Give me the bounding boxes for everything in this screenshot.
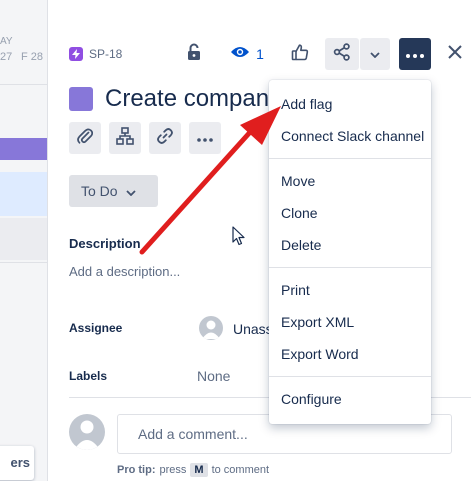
issue-title-row: Create company [69, 85, 281, 113]
background-board-panel: AY 27 F 28 ers [0, 0, 48, 481]
more-icon [406, 45, 424, 63]
labels-label: Labels [69, 369, 108, 383]
calendar-day-label: AY [0, 36, 13, 47]
labels-value[interactable]: None [197, 368, 230, 384]
issue-type-icon[interactable] [69, 87, 93, 111]
avatar[interactable] [199, 316, 223, 340]
watch-button[interactable]: 1 [226, 38, 268, 70]
lightning-icon [69, 47, 83, 61]
issue-key-breadcrumb[interactable]: SP-18 [69, 45, 122, 63]
menu-item-export-word[interactable]: Export Word [269, 339, 431, 369]
more-icon [197, 129, 213, 147]
keyboard-shortcut: M [190, 463, 208, 477]
chevron-down-icon [370, 45, 380, 63]
calendar-date: F 28 [21, 51, 44, 63]
description-heading: Description [69, 236, 141, 251]
issue-view-root: AY 27 F 28 ers SP-18 1 Create company To… [0, 0, 471, 481]
share-icon [333, 42, 351, 66]
calendar-date: 27 [0, 51, 13, 63]
link-icon [156, 127, 174, 150]
menu-divider [269, 158, 431, 159]
chevron-down-icon [125, 183, 136, 199]
divider [0, 84, 47, 85]
more-actions-button[interactable] [399, 38, 431, 70]
hierarchy-icon [116, 126, 134, 150]
board-bar-purple[interactable] [0, 138, 47, 160]
eye-icon [230, 45, 250, 64]
quick-actions [69, 122, 229, 154]
create-child-button[interactable] [109, 122, 141, 154]
menu-divider [269, 267, 431, 268]
menu-item-delete[interactable]: Delete [269, 230, 431, 260]
lock-icon [187, 43, 201, 66]
menu-divider [269, 376, 431, 377]
menu-item-clone[interactable]: Clone [269, 198, 431, 228]
menu-item-export-xml[interactable]: Export XML [269, 307, 431, 337]
status-label: To Do [81, 183, 118, 199]
board-row-selected[interactable] [0, 172, 47, 216]
description-field[interactable]: Add a description... [69, 264, 180, 279]
menu-item-move[interactable]: Move [269, 166, 431, 196]
close-icon [447, 44, 463, 65]
divider [0, 262, 47, 263]
pro-tip: Pro tip: press M to comment [117, 463, 269, 477]
menu-item-print[interactable]: Print [269, 275, 431, 305]
pro-tip-text: to comment [211, 464, 270, 476]
share-dropdown-button[interactable] [360, 38, 390, 70]
board-row[interactable] [0, 218, 47, 260]
more-actions-menu: Add flag Connect Slack channel Move Clon… [269, 80, 431, 424]
menu-item-configure[interactable]: Configure [269, 384, 431, 414]
pro-tip-text: press [159, 464, 187, 476]
restrictions-button[interactable] [180, 38, 208, 70]
paperclip-icon [77, 127, 94, 150]
attach-button[interactable] [69, 122, 101, 154]
filters-button[interactable]: ers [0, 446, 34, 480]
avatar [69, 414, 105, 450]
link-issue-button[interactable] [149, 122, 181, 154]
pro-tip-label: Pro tip: [117, 464, 156, 476]
assignee-value[interactable]: Unass [233, 321, 273, 337]
assignee-label: Assignee [69, 321, 123, 335]
menu-item-add-flag[interactable]: Add flag [269, 89, 431, 119]
status-dropdown[interactable]: To Do [69, 175, 158, 207]
share-button[interactable] [325, 38, 359, 70]
vote-button[interactable] [284, 38, 316, 70]
thumbs-up-icon [291, 43, 309, 66]
issue-key: SP-18 [89, 47, 123, 61]
close-button[interactable] [440, 38, 470, 70]
mouse-cursor-icon [232, 226, 246, 251]
more-quick-actions-button[interactable] [189, 122, 221, 154]
menu-item-connect-slack[interactable]: Connect Slack channel [269, 121, 431, 151]
watch-count: 1 [256, 46, 264, 62]
issue-title[interactable]: Create company [105, 85, 281, 113]
